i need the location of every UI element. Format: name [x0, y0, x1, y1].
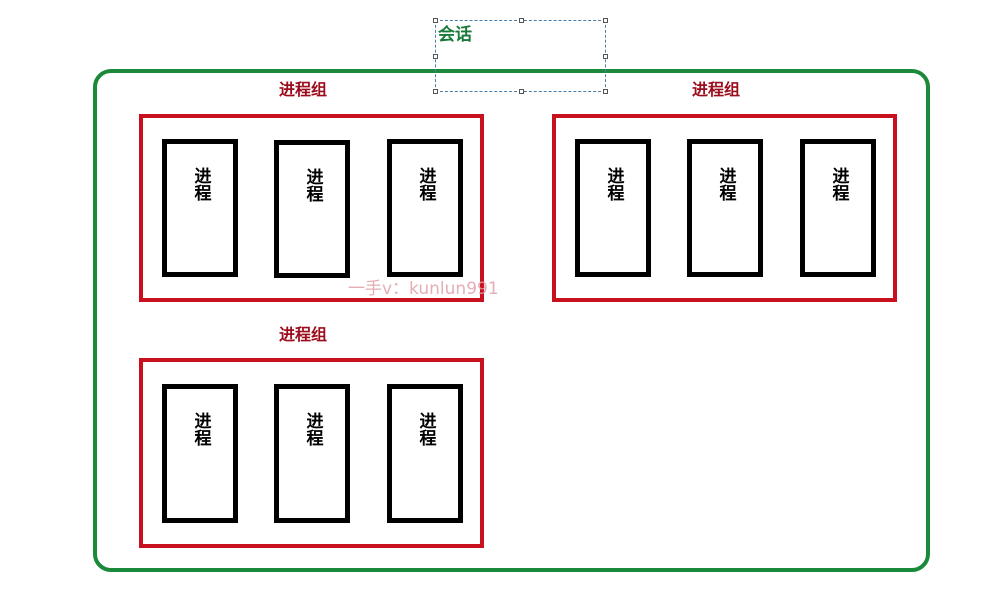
resize-handle-middle-right[interactable] — [603, 54, 608, 59]
resize-handle-bottom-middle[interactable] — [519, 89, 524, 94]
process-group-box: 进程 进程 进程 — [552, 114, 897, 302]
process-label: 进程 — [415, 412, 436, 446]
resize-handle-bottom-right[interactable] — [603, 89, 608, 94]
process-box: 进程 — [162, 384, 238, 523]
process-label: 进程 — [603, 167, 624, 201]
watermark-text: 一手v：kunlun991 — [348, 279, 499, 299]
resize-handle-top-right[interactable] — [603, 18, 608, 23]
process-label: 进程 — [302, 412, 323, 446]
process-group-title: 进程组 — [279, 80, 328, 99]
process-group-title: 进程组 — [692, 80, 741, 99]
process-group-box: 进程 进程 进程 — [139, 114, 484, 302]
process-label: 进程 — [715, 167, 736, 201]
resize-handle-top-middle[interactable] — [519, 18, 524, 23]
resize-handle-middle-left[interactable] — [433, 54, 438, 59]
process-label: 进程 — [190, 412, 211, 446]
resize-handle-bottom-left[interactable] — [433, 89, 438, 94]
session-title: 会话 — [438, 25, 472, 45]
process-box: 进程 — [387, 384, 463, 523]
process-label: 进程 — [415, 167, 436, 201]
process-label: 进程 — [190, 167, 211, 201]
resize-handle-top-left[interactable] — [433, 18, 438, 23]
process-box: 进程 — [387, 139, 463, 277]
process-box: 进程 — [162, 139, 238, 277]
process-label: 进程 — [302, 168, 323, 202]
process-box: 进程 — [274, 384, 350, 523]
process-label: 进程 — [828, 167, 849, 201]
process-box: 进程 — [800, 139, 876, 277]
process-group-box: 进程 进程 进程 — [139, 358, 484, 548]
process-box: 进程 — [575, 139, 651, 277]
process-box: 进程 — [687, 139, 763, 277]
process-group-title: 进程组 — [279, 325, 328, 344]
process-box: 进程 — [274, 140, 350, 278]
